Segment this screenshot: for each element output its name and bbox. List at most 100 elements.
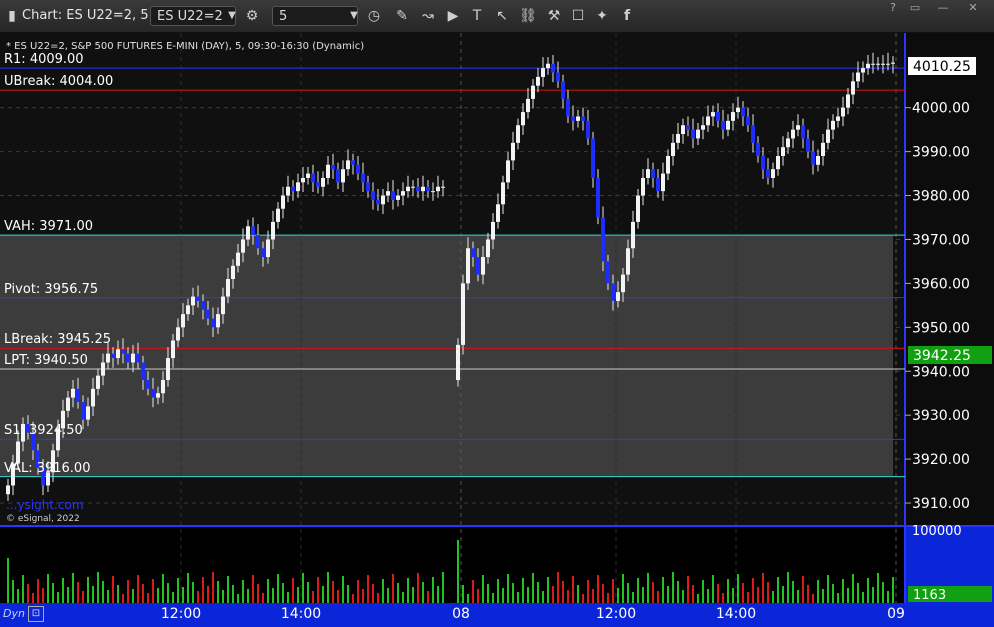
- restore-icon[interactable]: ▭: [904, 1, 926, 15]
- volume-bar: [847, 588, 849, 603]
- volume-bar: [427, 591, 429, 603]
- candle-body: [231, 265, 235, 279]
- volume-bar: [792, 581, 794, 603]
- candle-body: [826, 129, 830, 143]
- lock-icon[interactable]: ⊡: [28, 606, 44, 622]
- y-tick-label: 3950.00: [912, 320, 970, 336]
- link-gear-icon[interactable]: ⚙: [242, 6, 262, 26]
- last-price-badge: 4010.25: [908, 57, 976, 75]
- close-icon[interactable]: ✕: [962, 1, 984, 15]
- minimize-icon[interactable]: —: [932, 1, 954, 15]
- copyright-text: © eSignal, 2022: [6, 514, 80, 524]
- help-icon[interactable]: ?: [882, 1, 904, 15]
- candle-body: [796, 125, 800, 130]
- level-label: R1: 4009.00: [4, 52, 84, 68]
- candle-body: [696, 129, 700, 139]
- comment-icon[interactable]: ☐: [568, 6, 588, 26]
- volume-bar: [77, 582, 79, 603]
- candle-body: [256, 235, 260, 249]
- volume-bar: [97, 572, 99, 603]
- volume-bar: [287, 592, 289, 603]
- volume-bar: [557, 572, 559, 603]
- volume-bar: [307, 582, 309, 603]
- volume-bar: [772, 591, 774, 603]
- volume-bar: [647, 573, 649, 603]
- volume-bar: [737, 574, 739, 603]
- volume-bar: [592, 589, 594, 603]
- volume-bar: [482, 575, 484, 603]
- volume-bar: [802, 576, 804, 603]
- candle-body: [641, 177, 645, 196]
- volume-bar: [627, 583, 629, 603]
- candle-body: [691, 129, 695, 139]
- chart-line-icon[interactable]: ↝: [418, 6, 438, 26]
- candle-body: [281, 195, 285, 209]
- level-label: LBreak: 3945.25: [4, 332, 111, 348]
- volume-bar: [442, 572, 444, 603]
- candle-body: [856, 72, 860, 82]
- volume-bar: [182, 587, 184, 603]
- volume-bar: [357, 580, 359, 603]
- candle-body: [736, 107, 740, 113]
- volume-bar: [507, 574, 509, 603]
- x-tick-label: 09: [887, 606, 905, 622]
- chart-description: * ES U22=2, S&P 500 FUTURES E-MINI (DAY)…: [6, 41, 364, 52]
- volume-bar: [462, 585, 464, 603]
- volume-bar: [227, 576, 229, 603]
- volume-pane-bg: [0, 527, 905, 603]
- candle-body: [456, 344, 460, 381]
- y-tick-label: 3970.00: [912, 232, 970, 248]
- dynamic-mode-label[interactable]: Dyn: [3, 607, 25, 620]
- candle-body: [351, 160, 355, 165]
- volume-bar: [127, 580, 129, 603]
- candle-body: [316, 182, 320, 187]
- candle-body: [521, 112, 525, 126]
- x-tick-label: 12:00: [160, 606, 202, 622]
- draw-pencil-icon[interactable]: ✎: [392, 6, 412, 26]
- candle-body: [121, 349, 125, 354]
- facebook-icon[interactable]: f: [617, 6, 637, 26]
- interval-dropdown-icon[interactable]: ▼: [344, 6, 364, 26]
- tools-icon[interactable]: ⚒: [544, 6, 564, 26]
- candle-body: [376, 199, 380, 205]
- link-icon[interactable]: ⛓: [518, 6, 538, 26]
- volume-bar: [867, 578, 869, 603]
- candle-body: [546, 63, 550, 69]
- volume-bar: [807, 585, 809, 603]
- candle-body: [441, 186, 445, 188]
- volume-bar: [692, 585, 694, 603]
- symbol-dropdown-icon[interactable]: ▼: [222, 6, 242, 26]
- volume-bar: [652, 582, 654, 603]
- play-icon[interactable]: ▶: [443, 6, 463, 26]
- candle-body: [431, 191, 435, 193]
- volume-bar: [352, 594, 354, 603]
- candle-body: [661, 173, 665, 192]
- candle-body: [261, 248, 265, 258]
- candle-body: [221, 296, 225, 315]
- volume-bar: [107, 590, 109, 603]
- volume-axis-label: 100000: [912, 524, 962, 539]
- cursor-icon[interactable]: ↖: [492, 6, 512, 26]
- candle-body: [541, 68, 545, 77]
- candle-body: [481, 257, 485, 275]
- chart-window-icon[interactable]: ▮: [2, 6, 22, 26]
- text-tool-icon[interactable]: T: [467, 6, 487, 26]
- candle-body: [436, 186, 440, 192]
- candle-body: [206, 309, 210, 319]
- twitter-icon[interactable]: ✦: [592, 6, 612, 26]
- clock-icon[interactable]: ◷: [364, 6, 384, 26]
- candle-body: [66, 397, 70, 411]
- candle-body: [551, 63, 555, 73]
- candle-body: [726, 120, 730, 130]
- volume-bar: [212, 572, 214, 603]
- candle-body: [366, 182, 370, 192]
- price-chart[interactable]: 3910.00 3920.00 3930.00 3940.00 3950.00 3960.…: [0, 33, 994, 603]
- candle-body: [411, 186, 415, 188]
- volume-bar: [522, 578, 524, 603]
- volume-bar: [827, 575, 829, 603]
- candle-body: [606, 261, 610, 284]
- volume-bar: [742, 583, 744, 603]
- candle-body: [166, 358, 170, 381]
- candle-body: [191, 296, 195, 306]
- volume-bar: [242, 580, 244, 603]
